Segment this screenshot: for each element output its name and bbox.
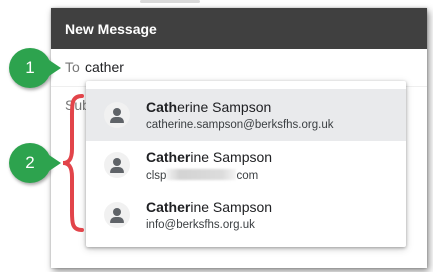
callout-number: 1 [25, 58, 35, 77]
to-input[interactable]: cather [85, 59, 124, 75]
compose-titlebar[interactable]: New Message [51, 8, 427, 49]
suggestion-name-match: Cather [146, 199, 191, 215]
suggestion-name-rest: ine Sampson [190, 199, 273, 215]
suggestion-email: catherine.sampson@berksfhs.org.uk [146, 119, 334, 131]
email-visible-suffix: com [236, 170, 259, 182]
suggestion-item[interactable]: Catherine Sampson info@berksfhs.org.uk [86, 189, 406, 241]
suggestion-email: clsp com [146, 169, 258, 182]
recipient-suggestions: Catherine Sampson catherine.sampson@berk… [86, 81, 406, 247]
callout-number: 2 [25, 153, 35, 172]
suggestion-name-rest: ine Sampson [190, 149, 273, 165]
suggestion-item[interactable]: Catherine Sampson catherine.sampson@berk… [86, 89, 406, 141]
redacted-blur [166, 169, 237, 180]
suggestion-name: Catherine Sampson [146, 199, 272, 215]
compose-title: New Message [65, 21, 157, 37]
suggestion-name-match: Cather [146, 149, 191, 165]
avatar-icon [104, 202, 130, 228]
avatar-icon [104, 102, 130, 128]
avatar-icon [104, 152, 130, 178]
email-visible-prefix: clsp [146, 170, 167, 182]
suggestion-name: Catherine Sampson [146, 99, 271, 115]
suggestion-email: info@berksfhs.org.uk [146, 219, 255, 231]
background-strip [0, 0, 433, 8]
suggestion-name: Catherine Sampson [146, 149, 272, 165]
suggestion-name-rest: erine Sampson [177, 99, 272, 115]
background-fragment [140, 0, 200, 3]
to-label: To [65, 59, 80, 75]
suggestion-item[interactable]: Catherine Sampson clsp com [86, 139, 406, 191]
brace-icon [62, 94, 84, 232]
suggestion-name-match: Cath [146, 99, 178, 115]
